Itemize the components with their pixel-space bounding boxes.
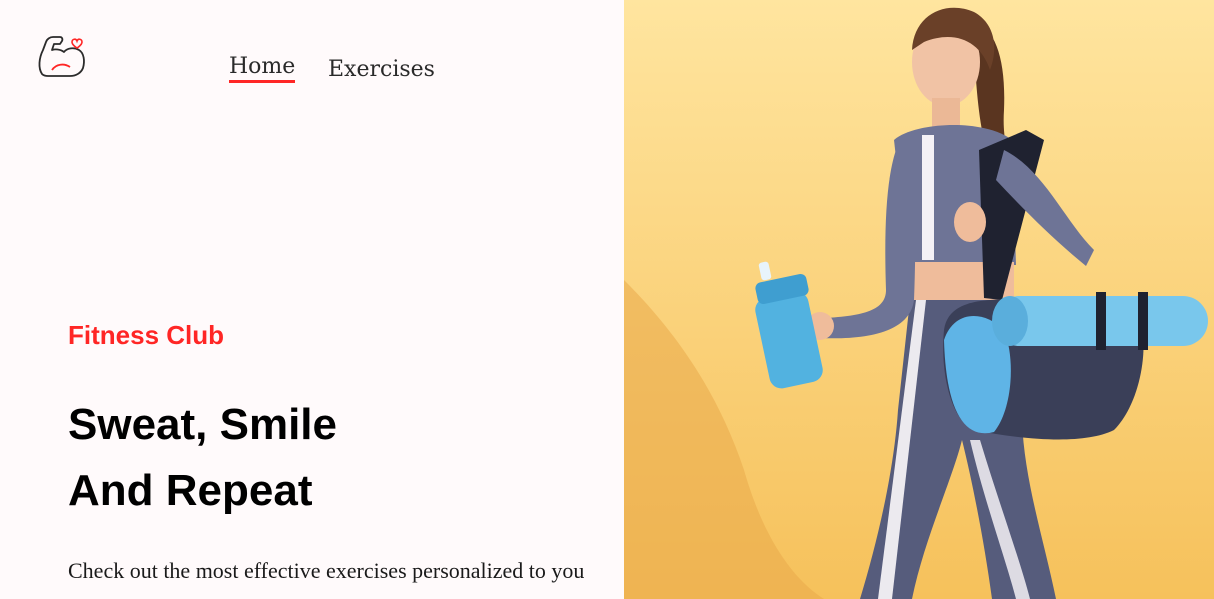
hero-banner-image <box>624 0 1214 599</box>
hero-text: Fitness Club Sweat, Smile And Repeat Che… <box>68 318 624 584</box>
headline-line-1: Sweat, Smile <box>68 400 338 449</box>
brand-name: Fitness Club <box>68 320 225 350</box>
logo-icon[interactable] <box>36 30 88 82</box>
hero-headline: Sweat, Smile And Repeat <box>68 392 624 524</box>
nav-link-exercises[interactable]: Exercises <box>328 57 435 82</box>
hero-page: Home Exercises Fitness Club Sweat, Smile… <box>0 0 1214 599</box>
headline-line-2: And Repeat <box>68 466 313 515</box>
nav-link-home[interactable]: Home <box>229 54 296 83</box>
woman-walking-illustration <box>624 0 1214 599</box>
navbar: Home Exercises <box>0 0 624 110</box>
hero-subtitle: Check out the most effective exercises p… <box>68 558 585 583</box>
